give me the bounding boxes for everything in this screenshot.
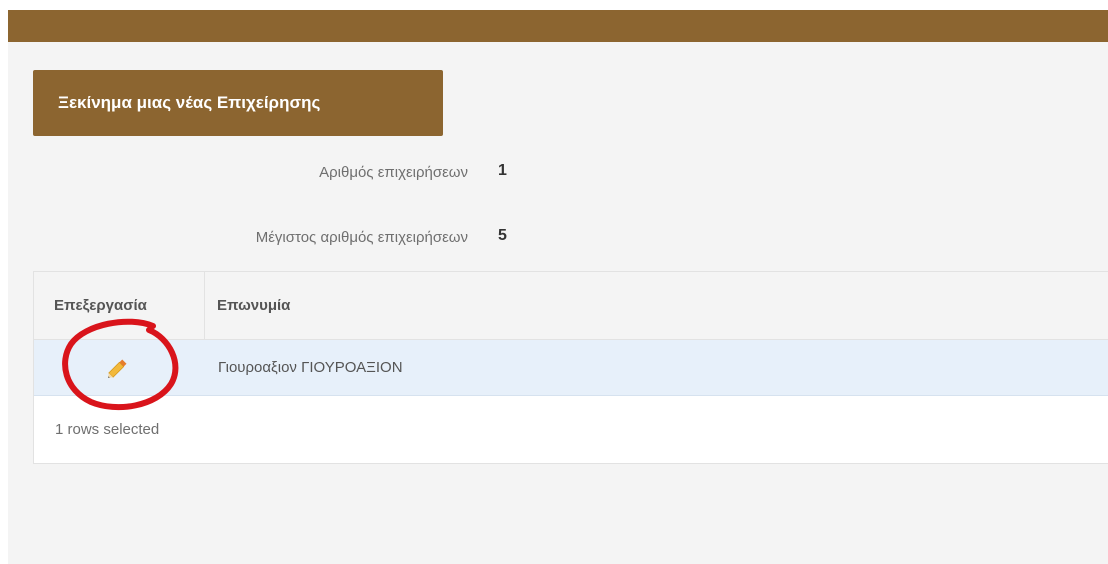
business-count-label: Αριθμός επιχειρήσεων xyxy=(319,164,468,181)
column-header-edit[interactable]: Επεξεργασία xyxy=(54,272,147,340)
max-business-count-row: Μέγιστος αριθμός επιχειρήσεων 5 xyxy=(8,226,528,250)
app-frame: Ξεκίνημα μιας νέας Επιχείρησης Αριθμός ε… xyxy=(8,10,1108,564)
business-name-cell: Γιουροαξιον ΓΙΟΥΡΟΑΞΙΟΝ xyxy=(218,359,403,376)
business-count-row: Αριθμός επιχειρήσεων 1 xyxy=(8,161,528,185)
column-divider xyxy=(204,272,205,340)
column-header-name[interactable]: Επωνυμία xyxy=(217,272,290,340)
table-footer: 1 rows selected xyxy=(34,396,1108,465)
table-header: Επεξεργασία Επωνυμία xyxy=(34,272,1108,340)
selected-rows-count: 1 rows selected xyxy=(55,421,160,438)
start-new-business-label: Ξεκίνημα μιας νέας Επιχείρησης xyxy=(58,93,321,112)
max-business-count-label: Μέγιστος αριθμός επιχειρήσεων xyxy=(255,229,468,246)
start-new-business-button[interactable]: Ξεκίνημα μιας νέας Επιχείρησης xyxy=(33,70,443,136)
business-count-value: 1 xyxy=(498,162,507,179)
max-business-count-value: 5 xyxy=(498,227,507,244)
edit-button[interactable] xyxy=(34,340,204,395)
top-bar xyxy=(8,10,1108,42)
pencil-icon xyxy=(108,359,127,378)
table-row[interactable]: Γιουροαξιον ΓΙΟΥΡΟΑΞΙΟΝ xyxy=(34,340,1108,396)
business-table: Επεξεργασία Επωνυμία Γιουροαξιον ΓΙΟΥΡΟΑ… xyxy=(33,271,1108,464)
